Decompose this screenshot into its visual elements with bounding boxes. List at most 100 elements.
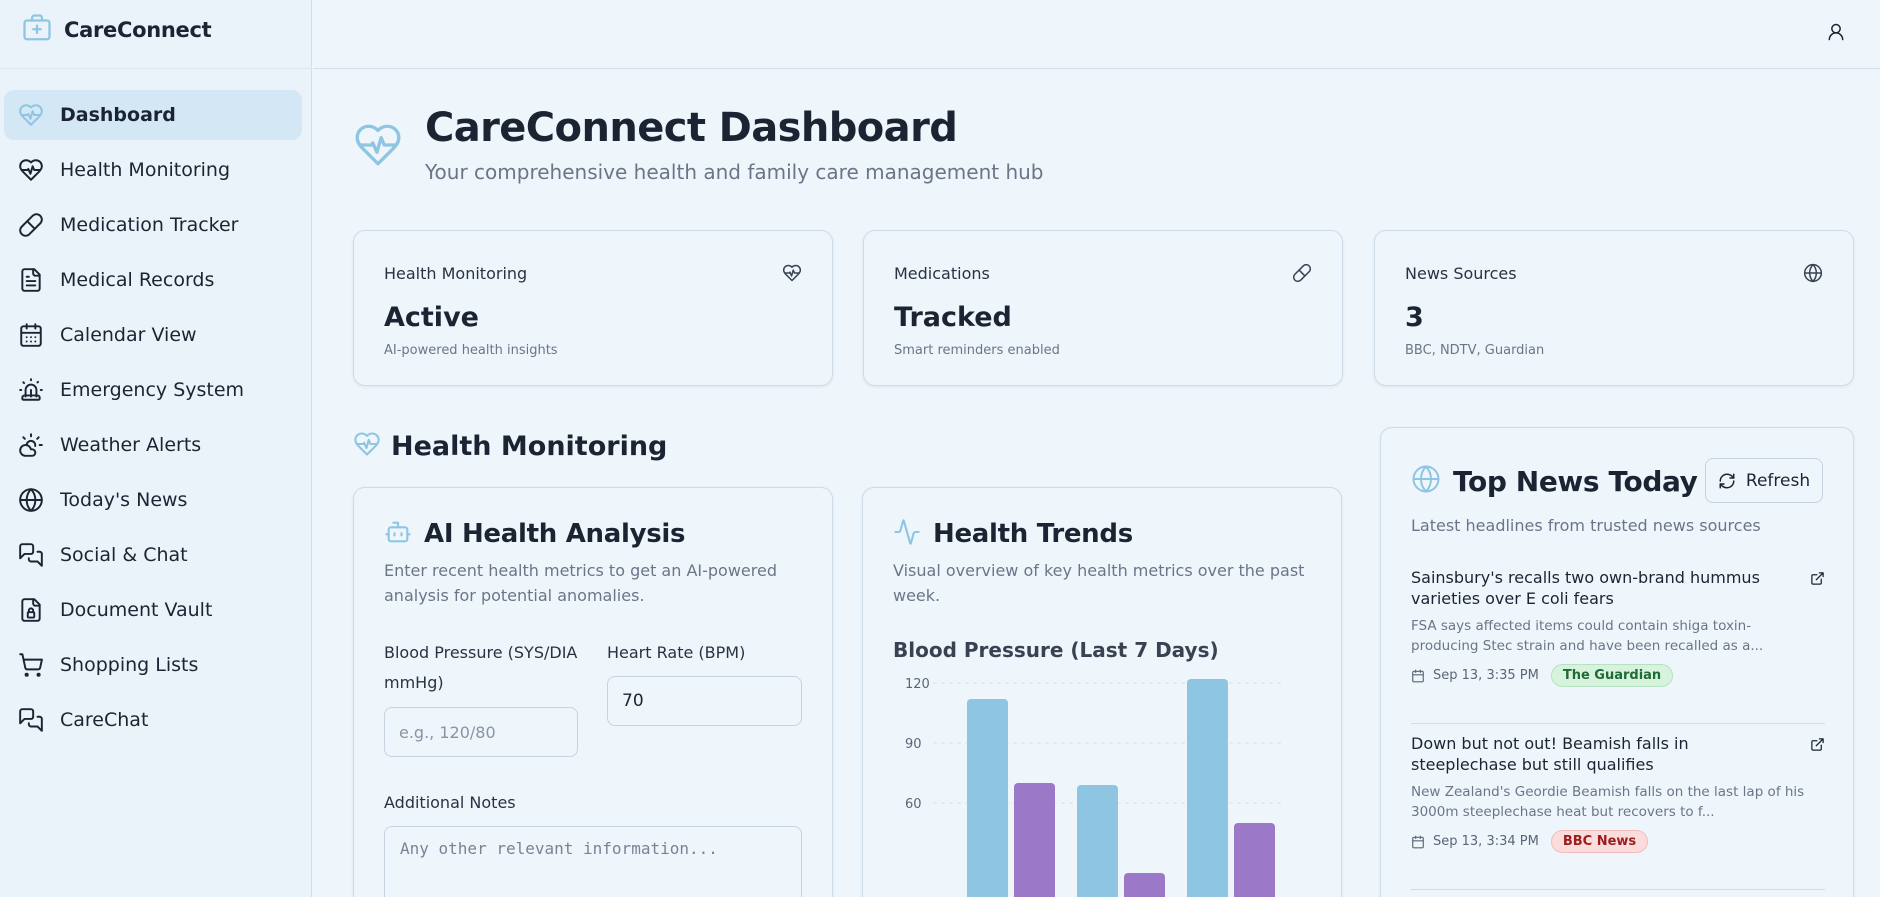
sidebar-item-dashboard[interactable]: Dashboard — [4, 90, 302, 140]
news-headline-link[interactable]: Sainsbury's recalls two own-brand hummus… — [1411, 567, 1781, 609]
sidebar-item-label: Health Monitoring — [60, 159, 231, 181]
panel-description: Visual overview of key health metrics ov… — [893, 561, 1305, 605]
main-content: CareConnect Dashboard Your comprehensive… — [313, 70, 1880, 897]
sidebar: CareConnect Dashboard Health Monitoring … — [0, 0, 312, 897]
sidebar-item-label: Document Vault — [60, 599, 213, 621]
news-summary: New Zealand's Geordie Beamish falls on t… — [1411, 784, 1805, 820]
sidebar-item-social-chat[interactable]: Social & Chat — [4, 530, 302, 580]
stat-value: 3 — [1405, 302, 1424, 333]
user-menu-button[interactable] — [1822, 18, 1850, 46]
stat-card-health-monitoring: Health Monitoring Active AI-powered heal… — [353, 230, 833, 386]
stat-note: AI-powered health insights — [384, 343, 558, 358]
news-time: Sep 13, 3:35 PM — [1433, 668, 1539, 683]
messages-icon — [19, 543, 43, 567]
bar-series-2 — [1234, 823, 1275, 897]
sidebar-nav: Dashboard Health Monitoring Medication T… — [4, 90, 302, 750]
user-icon — [1828, 23, 1844, 41]
sidebar-item-shopping-lists[interactable]: Shopping Lists — [4, 640, 302, 690]
stat-card-medications: Medications Tracked Smart reminders enab… — [863, 230, 1343, 386]
sidebar-item-label: Medical Records — [60, 269, 215, 291]
refresh-button[interactable]: Refresh — [1705, 458, 1823, 503]
news-meta: Sep 13, 3:35 PM The Guardian — [1411, 664, 1825, 687]
heart-pulse-icon — [19, 104, 43, 126]
sidebar-item-document-vault[interactable]: Document Vault — [4, 585, 302, 635]
bot-icon — [384, 518, 412, 550]
siren-icon — [19, 378, 43, 401]
hospital-icon — [22, 13, 52, 47]
health-trends-card: Health Trends Visual overview of key hea… — [862, 487, 1342, 897]
sidebar-item-weather-alerts[interactable]: Weather Alerts — [4, 420, 302, 470]
divider — [1411, 723, 1825, 724]
hr-label: Heart Rate (BPM) — [607, 643, 746, 662]
sidebar-item-medication-tracker[interactable]: Medication Tracker — [4, 200, 302, 250]
panel-title: Health Trends — [933, 519, 1133, 549]
bar-series-1 — [1187, 679, 1228, 897]
pill-icon — [1292, 263, 1312, 287]
sidebar-item-emergency-system[interactable]: Emergency System — [4, 365, 302, 415]
panel-title: AI Health Analysis — [424, 519, 686, 549]
refresh-icon — [1719, 473, 1735, 488]
chart-title: Blood Pressure (Last 7 Days) — [893, 638, 1219, 662]
section-header-health-monitoring: Health Monitoring — [353, 430, 667, 462]
bar-series-1 — [967, 699, 1008, 897]
heart-pulse-icon — [19, 159, 43, 181]
heart-pulse-icon — [782, 263, 802, 287]
news-item: Down but not out! Beamish falls in steep… — [1411, 733, 1825, 853]
blood-pressure-chart: 120 90 60 — [905, 677, 1283, 897]
y-tick-label: 120 — [905, 677, 930, 692]
sidebar-item-label: Weather Alerts — [60, 434, 202, 456]
stat-label: Health Monitoring — [384, 264, 528, 283]
sidebar-item-label: CareChat — [60, 709, 149, 731]
stat-label: Medications — [894, 264, 990, 283]
notes-textarea[interactable]: Any other relevant information... — [384, 826, 802, 897]
brand[interactable]: CareConnect — [22, 12, 212, 48]
blood-pressure-input[interactable]: e.g., 120/80 — [384, 707, 578, 757]
ai-health-analysis-card: AI Health Analysis Enter recent health m… — [353, 487, 833, 897]
globe-icon — [19, 488, 43, 512]
news-time: Sep 13, 3:34 PM — [1433, 834, 1539, 849]
calendar-icon — [20, 323, 42, 347]
y-tick-label: 60 — [905, 797, 922, 812]
sidebar-item-label: Emergency System — [60, 379, 245, 401]
refresh-label: Refresh — [1745, 470, 1811, 491]
heart-pulse-icon — [353, 430, 381, 462]
page-header: CareConnect Dashboard Your comprehensive… — [353, 106, 1044, 184]
messages-icon — [19, 708, 43, 732]
cloud-sun-icon — [19, 433, 43, 457]
cart-icon — [19, 653, 43, 677]
stat-note: BBC, NDTV, Guardian — [1405, 343, 1545, 358]
stat-card-news-sources: News Sources 3 BBC, NDTV, Guardian — [1374, 230, 1854, 386]
notes-label: Additional Notes — [384, 793, 516, 812]
external-link-icon[interactable] — [1810, 737, 1825, 756]
sidebar-item-medical-records[interactable]: Medical Records — [4, 255, 302, 305]
stat-label: News Sources — [1405, 264, 1517, 283]
section-title: Health Monitoring — [391, 430, 668, 462]
news-headline-link[interactable]: Down but not out! Beamish falls in steep… — [1411, 733, 1781, 775]
file-text-icon — [21, 268, 41, 292]
sidebar-item-todays-news[interactable]: Today's News — [4, 475, 302, 525]
sidebar-item-label: Dashboard — [60, 104, 176, 126]
news-summary: FSA says affected items could contain sh… — [1411, 618, 1764, 654]
news-title: Top News Today — [1453, 464, 1698, 498]
file-lock-icon — [21, 598, 41, 622]
panel-description: Enter recent health metrics to get an AI… — [384, 561, 777, 605]
brand-name: CareConnect — [64, 18, 212, 42]
bp-label: Blood Pressure (SYS/DIA mmHg) — [384, 643, 578, 692]
sidebar-item-calendar-view[interactable]: Calendar View — [4, 310, 302, 360]
source-badge: The Guardian — [1550, 664, 1674, 687]
sidebar-item-label: Today's News — [60, 489, 188, 511]
news-meta: Sep 13, 3:34 PM BBC News — [1411, 830, 1825, 853]
news-item: Sainsbury's recalls two own-brand hummus… — [1411, 567, 1825, 687]
heart-rate-input[interactable]: 70 — [607, 676, 802, 726]
sidebar-item-carechat[interactable]: CareChat — [4, 695, 302, 745]
calendar-icon — [1412, 669, 1424, 682]
sidebar-item-label: Social & Chat — [60, 544, 188, 566]
activity-icon — [893, 518, 921, 550]
external-link-icon[interactable] — [1810, 571, 1825, 590]
sidebar-item-label: Calendar View — [60, 324, 197, 346]
top-bar — [313, 0, 1880, 69]
bar-series-1 — [1077, 785, 1118, 897]
bar-series-2 — [1014, 783, 1055, 897]
sidebar-item-health-monitoring[interactable]: Health Monitoring — [4, 145, 302, 195]
news-header: Top News Today — [1411, 464, 1698, 498]
